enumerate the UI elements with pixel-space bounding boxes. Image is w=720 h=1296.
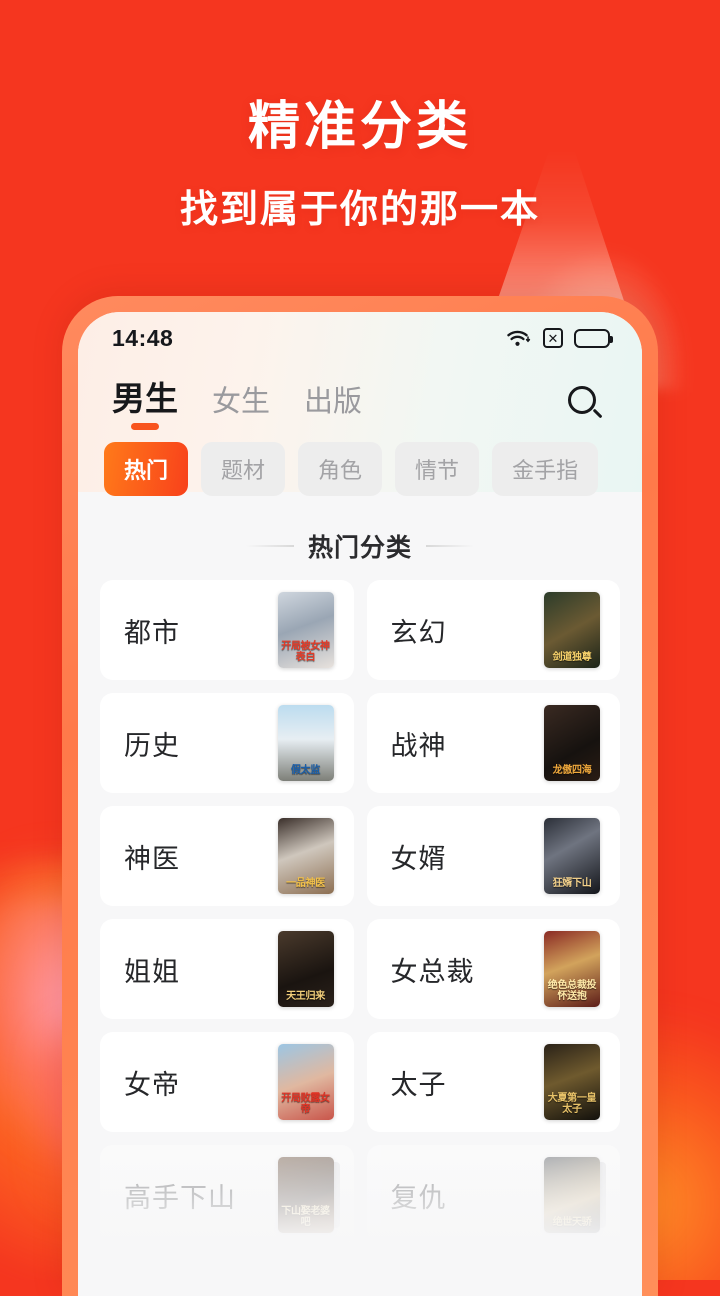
book-cover-thumbnail: 一品神医 bbox=[277, 818, 340, 894]
category-card[interactable]: 高手下山下山娶老婆吧 bbox=[100, 1145, 354, 1245]
category-card[interactable]: 历史假太监 bbox=[100, 693, 354, 793]
category-name: 神医 bbox=[124, 843, 180, 874]
book-cover-title: 一品神医 bbox=[286, 877, 325, 889]
book-cover-art: 绝色总裁投怀送抱 bbox=[544, 931, 600, 1007]
filter-chip-row: 热门 题材 角色 情节 金手指 bbox=[78, 430, 642, 496]
category-tab-bar: 男生 女生 出版 bbox=[78, 364, 642, 430]
no-sim-icon: ✕ bbox=[543, 328, 563, 348]
chip-theme[interactable]: 题材 bbox=[201, 442, 286, 496]
category-name: 战神 bbox=[390, 730, 447, 761]
chip-golden-finger[interactable]: 金手指 bbox=[492, 442, 599, 496]
promo-text-block: 精准分类 找到属于你的那一本 bbox=[0, 98, 720, 233]
book-cover-title: 假太监 bbox=[290, 764, 321, 776]
tab-male[interactable]: 男生 bbox=[112, 372, 178, 430]
phone-screen: 14:48 ✕ 男生 女生 出版 热门 题材 角色 情节 金手指 热门分类 都市… bbox=[78, 312, 642, 1296]
book-cover-thumbnail: 开局被女神表白 bbox=[277, 592, 340, 668]
category-name: 历史 bbox=[124, 730, 180, 761]
tab-female[interactable]: 女生 bbox=[212, 378, 270, 430]
category-card[interactable]: 战神龙傲四海 bbox=[366, 693, 620, 793]
chip-hot[interactable]: 热门 bbox=[104, 442, 189, 496]
book-cover-thumbnail: 绝色总裁投怀送抱 bbox=[544, 931, 606, 1007]
promo-subheadline: 找到属于你的那一本 bbox=[179, 189, 540, 232]
book-cover-title: 开局败露女帝 bbox=[281, 1093, 330, 1115]
book-cover-thumbnail: 开局败露女帝 bbox=[277, 1044, 340, 1120]
status-time: 14:48 bbox=[112, 324, 174, 351]
book-cover-thumbnail: 天王归来 bbox=[277, 931, 340, 1007]
book-cover-art: 龙傲四海 bbox=[544, 705, 600, 781]
phone-mockup: 14:48 ✕ 男生 女生 出版 热门 题材 角色 情节 金手指 热门分类 都市… bbox=[62, 296, 658, 1296]
book-cover-art: 绝世天骄 bbox=[544, 1157, 600, 1233]
tab-published[interactable]: 出版 bbox=[304, 378, 362, 430]
book-cover-title: 天王归来 bbox=[286, 990, 325, 1002]
book-cover-art: 开局被女神表白 bbox=[277, 592, 334, 668]
category-name: 女帝 bbox=[124, 1069, 180, 1100]
promo-headline: 精准分类 bbox=[247, 98, 472, 156]
book-cover-art: 下山娶老婆吧 bbox=[277, 1157, 334, 1233]
book-cover-thumbnail: 下山娶老婆吧 bbox=[277, 1157, 340, 1233]
book-cover-title: 狂婿下山 bbox=[552, 877, 592, 889]
search-icon[interactable] bbox=[564, 382, 608, 426]
battery-icon bbox=[574, 328, 613, 348]
category-name: 太子 bbox=[390, 1069, 447, 1100]
search-icon-handle bbox=[592, 408, 603, 419]
category-card[interactable]: 女婿狂婿下山 bbox=[366, 806, 620, 906]
book-cover-title: 剑道独尊 bbox=[552, 651, 592, 663]
category-card[interactable]: 复仇绝世天骄 bbox=[366, 1145, 620, 1245]
book-cover-art: 假太监 bbox=[277, 705, 334, 781]
status-icon-group: ✕ bbox=[506, 328, 613, 348]
category-card[interactable]: 都市开局被女神表白 bbox=[100, 580, 354, 680]
book-cover-art: 天王归来 bbox=[277, 931, 334, 1007]
book-cover-thumbnail: 绝世天骄 bbox=[544, 1157, 606, 1233]
category-grid: 都市 开局被女神表白 玄幻 剑道独尊 历史 假太监 战神 龙傲四海 神医 一品神医 女婿 狂婿下山 姐姐… bbox=[78, 580, 642, 1245]
category-name: 复仇 bbox=[390, 1182, 447, 1213]
category-card[interactable]: 神医一品神医 bbox=[100, 806, 354, 906]
category-name: 女婿 bbox=[390, 843, 447, 874]
book-cover-art: 大夏第一皇太子 bbox=[544, 1044, 600, 1120]
book-cover-title: 龙傲四海 bbox=[552, 764, 592, 776]
category-card[interactable]: 太子大夏第一皇太子 bbox=[366, 1032, 620, 1132]
section-divider-right bbox=[426, 545, 474, 547]
book-cover-title: 下山娶老婆吧 bbox=[281, 1206, 330, 1228]
section-header: 热门分类 bbox=[78, 528, 642, 564]
category-card[interactable]: 玄幻剑道独尊 bbox=[366, 580, 620, 680]
chip-plot[interactable]: 情节 bbox=[395, 442, 480, 496]
book-cover-title: 大夏第一皇太子 bbox=[547, 1093, 597, 1115]
book-cover-thumbnail: 假太监 bbox=[277, 705, 340, 781]
book-cover-art: 一品神医 bbox=[277, 818, 334, 894]
book-cover-title: 开局被女神表白 bbox=[281, 641, 330, 663]
book-cover-title: 绝色总裁投怀送抱 bbox=[547, 980, 597, 1002]
book-cover-title: 绝世天骄 bbox=[552, 1216, 592, 1228]
category-name: 玄幻 bbox=[390, 617, 447, 648]
wifi-icon bbox=[506, 328, 532, 348]
status-bar: 14:48 ✕ bbox=[78, 312, 642, 364]
category-name: 姐姐 bbox=[124, 956, 180, 987]
book-cover-thumbnail: 剑道独尊 bbox=[544, 592, 606, 668]
category-card[interactable]: 女总裁绝色总裁投怀送抱 bbox=[366, 919, 620, 1019]
chip-role[interactable]: 角色 bbox=[298, 442, 383, 496]
book-cover-thumbnail: 狂婿下山 bbox=[544, 818, 606, 894]
category-card[interactable]: 姐姐天王归来 bbox=[100, 919, 354, 1019]
book-cover-art: 开局败露女帝 bbox=[277, 1044, 334, 1120]
section-divider-left bbox=[245, 545, 294, 547]
book-cover-thumbnail: 龙傲四海 bbox=[544, 705, 606, 781]
category-name: 女总裁 bbox=[390, 956, 475, 987]
book-cover-art: 剑道独尊 bbox=[544, 592, 600, 668]
category-card[interactable]: 女帝开局败露女帝 bbox=[100, 1032, 354, 1132]
section-title-text: 热门分类 bbox=[307, 534, 412, 562]
category-name: 高手下山 bbox=[124, 1182, 236, 1213]
category-name: 都市 bbox=[124, 617, 180, 648]
book-cover-thumbnail: 大夏第一皇太子 bbox=[544, 1044, 606, 1120]
book-cover-art: 狂婿下山 bbox=[544, 818, 600, 894]
